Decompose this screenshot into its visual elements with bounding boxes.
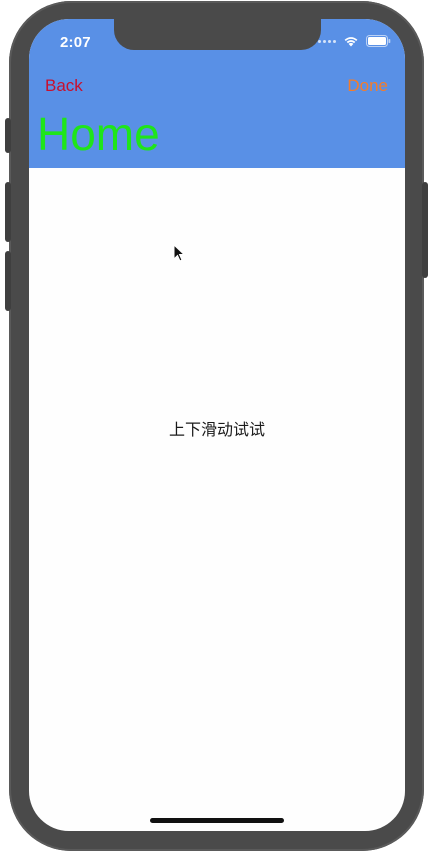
power-button (422, 182, 428, 278)
page-title: Home (37, 108, 160, 160)
phone-screen: 2:07 Back Done Home 上下滑动试试 (29, 19, 405, 831)
navigation-bar: 2:07 Back Done Home (29, 19, 405, 168)
status-time: 2:07 (60, 34, 91, 51)
volume-up-button (5, 182, 11, 242)
signal-dots-icon (318, 39, 336, 43)
home-indicator[interactable] (150, 818, 284, 823)
app-stage: 2:07 Back Done Home 上下滑动试试 (0, 0, 433, 852)
done-button[interactable]: Done (347, 76, 388, 96)
scroll-hint-text: 上下滑动试试 (168, 420, 265, 439)
wifi-icon (344, 37, 358, 47)
notch (114, 19, 321, 50)
mouse-cursor-icon (173, 244, 185, 262)
battery-icon (366, 35, 391, 47)
mute-switch (5, 118, 11, 153)
status-icons (318, 35, 391, 47)
volume-down-button (5, 251, 11, 311)
back-button[interactable]: Back (45, 76, 83, 96)
